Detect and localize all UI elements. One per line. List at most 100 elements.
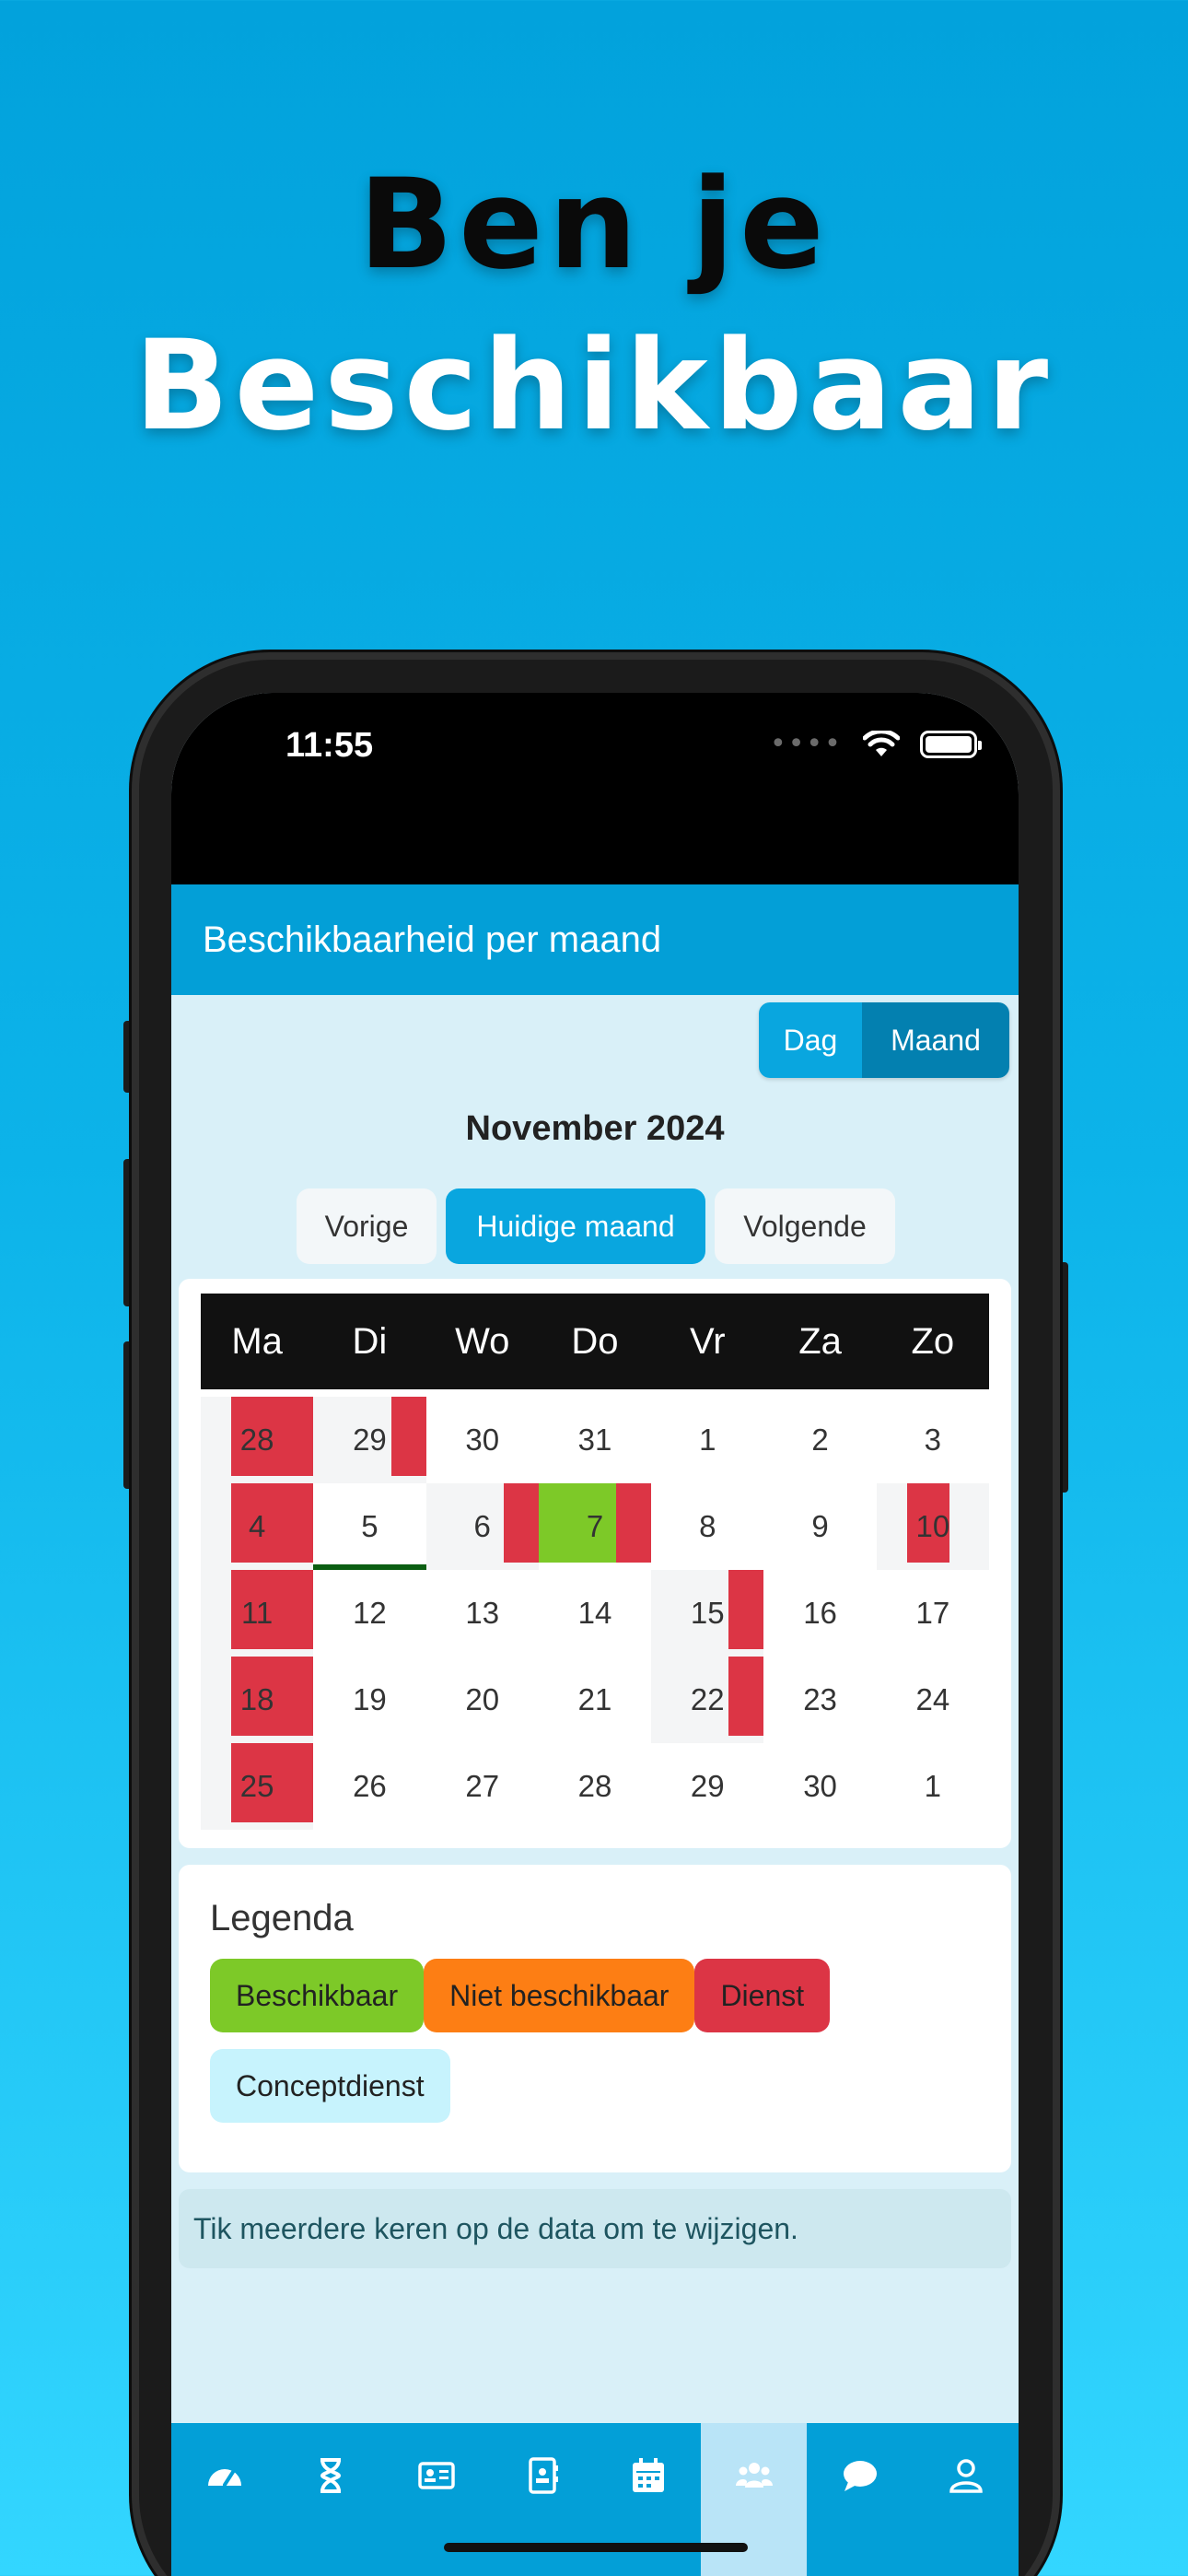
hourglass-icon [320,2458,341,2493]
calendar-day[interactable]: 17 [877,1570,989,1657]
weekday-label: Do [571,1320,619,1362]
phone-power-button [1059,1262,1068,1493]
calendar-day-number: 10 [915,1509,950,1543]
shift-marker [231,1483,313,1563]
legend-unavailable: Niet beschikbaar [424,1959,695,2032]
calendar-day[interactable]: 6 [425,1483,539,1570]
calendar-day-number: 6 [473,1509,491,1543]
calendar-day[interactable]: 8 [651,1483,763,1570]
calendar-day[interactable]: 23 [763,1657,876,1743]
tab-chat[interactable] [807,2423,913,2576]
calendar-day[interactable]: 20 [426,1657,539,1743]
tab-id-card[interactable] [383,2423,489,2576]
calendar-day-number: 1 [924,1769,942,1803]
calendar-day-number: 8 [699,1509,716,1543]
calendar-day-number: 4 [248,1509,266,1543]
calendar-day-number: 14 [577,1596,612,1630]
calendar-day[interactable]: 9 [763,1483,876,1570]
tab-contacts[interactable] [489,2423,595,2576]
calendar-day[interactable]: 19 [313,1657,425,1743]
calendar-day-number: 31 [577,1423,612,1457]
calendar-day[interactable]: 30 [763,1743,876,1830]
calendar-day-number: 30 [465,1423,500,1457]
promo-headline-line1: Ben je [358,152,830,297]
calendar-icon [632,2458,664,2492]
calendar-day-number: 5 [361,1509,379,1543]
calendar-day[interactable]: 31 [539,1397,651,1483]
shift-marker [503,1483,539,1563]
calendar-day[interactable]: 11 [201,1570,314,1657]
calendar-day[interactable]: 27 [426,1743,539,1830]
calendar-day[interactable]: 24 [877,1657,989,1743]
calendar-grid: 28 29 30 31 1 2 3 4 5 6 7 8 9 10 11 12 1… [201,1397,989,1830]
weekday-label: Vr [690,1320,726,1362]
toggle-day-button[interactable]: Dag [759,1002,862,1078]
calendar-day-number: 21 [577,1682,612,1716]
contacts-icon [528,2457,558,2494]
calendar-day-number: 1 [699,1423,716,1457]
calendar-day[interactable]: 30 [426,1397,539,1483]
calendar-day[interactable]: 1 [651,1397,763,1483]
status-icons: •••• [770,728,982,760]
calendar-day[interactable]: 2 [763,1397,876,1483]
calendar-day[interactable]: 28 [201,1397,314,1483]
calendar-day[interactable]: 13 [426,1570,539,1657]
calendar-day-number: 3 [924,1423,942,1457]
calendar-day-number: 25 [239,1769,274,1803]
calendar-day[interactable]: 29 [313,1397,426,1483]
tab-calendar[interactable] [595,2423,701,2576]
calendar-day-number: 15 [690,1596,725,1630]
calendar-day-number: 28 [239,1423,274,1457]
calendar-day-number: 28 [577,1769,612,1803]
calendar-day[interactable]: 7 [538,1483,652,1570]
calendar-day-number: 12 [353,1596,387,1630]
calendar-day-number: 30 [803,1769,837,1803]
wifi-icon [862,730,900,756]
user-icon [949,2459,983,2493]
calendar-day[interactable]: 4 [201,1483,314,1570]
calendar-day-number: 27 [465,1769,500,1803]
calendar-day[interactable]: 1 [877,1743,989,1830]
calendar-day-number: 22 [690,1682,725,1716]
calendar-day[interactable]: 25 [201,1743,314,1830]
shift-marker [728,1657,764,1736]
weekday-label: Di [352,1320,388,1362]
calendar-day[interactable]: 10 [876,1483,989,1570]
tab-dashboard[interactable] [171,2423,277,2576]
calendar-day-number: 26 [353,1769,387,1803]
month-title: November 2024 [465,1109,725,1148]
app-header: Beschikbaarheid per maand [171,884,1019,995]
calendar-day[interactable]: 22 [651,1657,764,1743]
calendar-day-number: 29 [690,1769,725,1803]
available-marker [538,1483,616,1563]
calendar-day[interactable]: 21 [539,1657,651,1743]
calendar-day[interactable]: 26 [313,1743,425,1830]
promo-headline-line2: Beschikbaar [134,313,1054,458]
calendar-day[interactable]: 14 [539,1570,651,1657]
calendar-day-number: 7 [586,1509,604,1543]
calendar-day[interactable]: 18 [201,1657,314,1743]
home-indicator[interactable] [444,2543,748,2552]
calendar-day[interactable]: 15 [651,1570,764,1657]
phone-screen: 11:55 •••• Beschikbaarheid per maand Dag… [171,693,1019,2576]
toggle-month-button[interactable]: Maand [862,1002,1009,1078]
calendar-day[interactable]: 12 [313,1570,425,1657]
calendar-day[interactable]: 16 [763,1570,876,1657]
calendar-day[interactable]: 3 [877,1397,989,1483]
calendar-day-today[interactable]: 5 [313,1483,426,1570]
calendar-day-number: 18 [239,1682,274,1716]
info-message: Tik meerdere keren op de data om te wijz… [179,2189,1011,2268]
current-month-button[interactable]: Huidige maand [446,1188,705,1264]
tab-availability[interactable] [701,2423,807,2576]
next-month-button[interactable]: Volgende [715,1188,895,1264]
previous-month-button[interactable]: Vorige [297,1188,437,1264]
tab-hours[interactable] [277,2423,383,2576]
calendar-day[interactable]: 28 [539,1743,651,1830]
bottom-tab-bar [171,2423,1019,2576]
calendar-day-number: 24 [915,1682,950,1716]
calendar-day[interactable]: 29 [651,1743,763,1830]
calendar-day-number: 11 [241,1596,274,1630]
tab-profile[interactable] [913,2423,1019,2576]
calendar-day-number: 20 [465,1682,500,1716]
calendar-day-number: 9 [811,1509,829,1543]
